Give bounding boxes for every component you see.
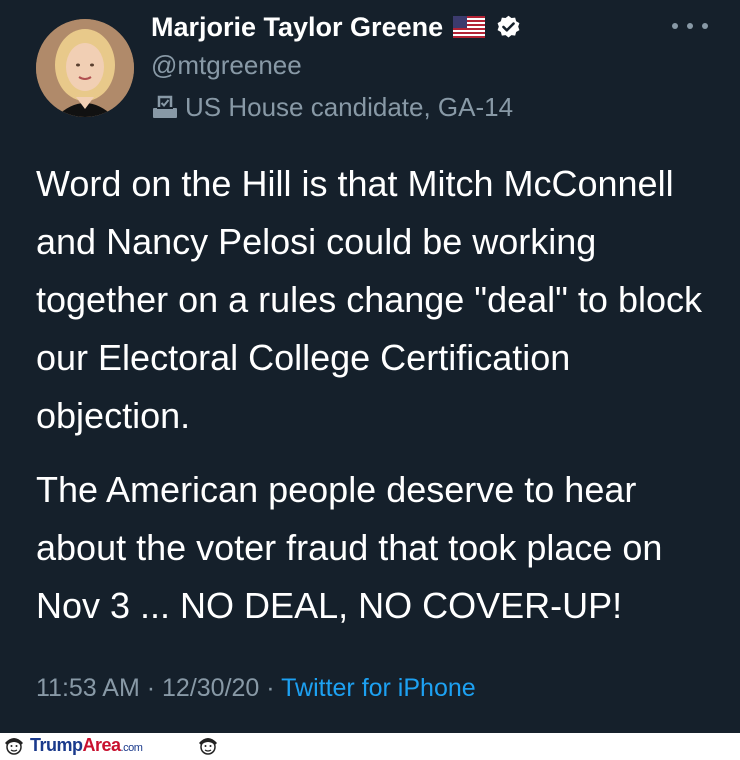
tweet-meta: 11:53 AM · 12/30/20 · Twitter for iPhone (36, 674, 476, 703)
tweet-paragraph: Word on the Hill is that Mitch McConnell… (36, 163, 702, 436)
author-handle[interactable]: @mtgreenee (151, 48, 522, 82)
more-dot-icon (702, 23, 708, 29)
caricature-face-icon (197, 735, 219, 755)
more-dot-icon (672, 23, 678, 29)
watermark-part-2: Area (82, 735, 122, 755)
more-dot-icon (687, 23, 693, 29)
watermark-part-1: Trump (30, 735, 83, 755)
verified-badge-icon (495, 14, 522, 41)
author-bio: US House candidate, GA-14 (185, 91, 514, 122)
tweet-text: Word on the Hill is that Mitch McConnell… (36, 155, 716, 635)
watermark-part-3: .com (120, 742, 143, 754)
author-name[interactable]: Marjorie Taylor Greene (151, 12, 443, 43)
tweet-source-link[interactable]: Twitter for iPhone (281, 674, 476, 702)
tweet-date[interactable]: 12/30/20 (162, 674, 259, 702)
ballot-box-icon (151, 94, 179, 120)
watermark-bar: TrumpArea.com (0, 733, 740, 757)
tweet-paragraph: The American people deserve to hear abou… (36, 469, 663, 626)
tweet-header: Marjorie Taylor Greene @mtgreenee US Hou… (151, 8, 522, 124)
watermark-logo: TrumpArea.com (30, 734, 143, 759)
more-options-button[interactable] (672, 20, 708, 32)
us-flag-icon (453, 16, 486, 38)
caricature-face-icon (3, 735, 25, 755)
meta-separator: · (266, 674, 275, 702)
avatar[interactable] (36, 19, 134, 117)
meta-separator: · (146, 674, 156, 702)
tweet-time[interactable]: 11:53 AM (36, 674, 140, 702)
name-row: Marjorie Taylor Greene (151, 8, 522, 46)
tweet-card: Marjorie Taylor Greene @mtgreenee US Hou… (0, 0, 740, 733)
bio-row: US House candidate, GA-14 (151, 90, 522, 124)
